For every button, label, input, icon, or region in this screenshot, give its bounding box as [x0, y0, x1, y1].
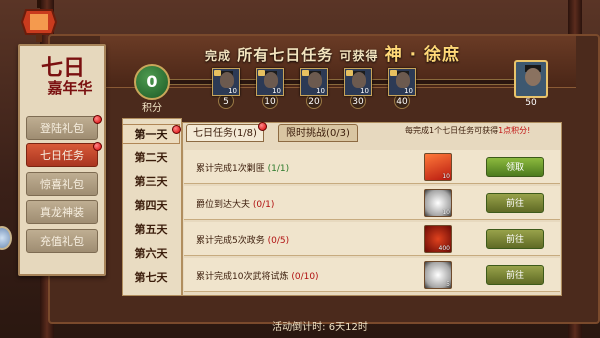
go-button[interactable]: 前往 — [486, 265, 544, 285]
item-count: 5 — [446, 281, 450, 288]
reward-count: 10 — [272, 87, 281, 95]
silver-ingot-icon[interactable]: 5 — [424, 261, 452, 289]
item-count: 400 — [438, 245, 450, 252]
notification-dot — [93, 115, 102, 124]
go-button[interactable]: 前往 — [486, 229, 544, 249]
gift-login[interactable]: 登陆礼包 — [26, 116, 98, 140]
task-row: 累计完成5次政务 (0/5) 400 前往 — [184, 222, 560, 256]
milestone-reward-hero[interactable]: 10 — [256, 68, 284, 96]
gift-recharge[interactable]: 充值礼包 — [26, 229, 98, 253]
reward-count: 10 — [228, 87, 237, 95]
points-badge: 0 — [134, 64, 170, 100]
gift-seven-day[interactable]: 七日任务 — [26, 143, 98, 167]
milestone-label: 40 — [396, 97, 408, 107]
tab-limited-challenge[interactable]: 限时挑战(0/3) — [278, 124, 358, 142]
claim-button[interactable]: 领取 — [486, 157, 544, 177]
milestone-reward-hero[interactable]: 10 — [344, 68, 372, 96]
reward-count: 10 — [316, 87, 325, 95]
milestone-reward-hero[interactable]: 10 — [388, 68, 416, 96]
points-hint: 每完成1个七日任务可获得1点积分! — [405, 126, 531, 135]
notification-dot — [258, 122, 267, 131]
red-pouch-icon[interactable]: 400 — [424, 225, 452, 253]
milestone-label: 20 — [308, 97, 320, 107]
tab-seven-day-tasks[interactable]: 七日任务(1/8) — [186, 124, 264, 142]
points-label: 积分 — [142, 103, 162, 114]
go-button[interactable]: 前往 — [486, 193, 544, 213]
day-tab[interactable]: 第二天 — [122, 148, 180, 168]
banner-title: 七日 嘉年华 — [40, 55, 93, 98]
milestone-label: 50 — [525, 98, 537, 108]
silver-ingot-icon[interactable]: 10 — [424, 189, 452, 217]
reward-count: 10 — [360, 87, 369, 95]
notification-dot — [93, 142, 102, 151]
gift-surprise[interactable]: 惊喜礼包 — [26, 172, 98, 196]
milestone-reward-hero[interactable]: 10 — [212, 68, 240, 96]
task-row: 累计完成10次武将试炼 (0/10) 5 前往 — [184, 258, 560, 292]
day-tab[interactable]: 第五天 — [122, 220, 180, 240]
item-count: 10 — [442, 173, 450, 180]
notification-dot — [172, 125, 181, 134]
milestone-label: 5 — [223, 97, 229, 107]
task-description: 累计完成5次政务 (0/5) — [196, 236, 290, 246]
task-description: 爵位到达大夫 (0/1) — [196, 200, 275, 210]
task-description: 累计完成10次武将试炼 (0/10) — [196, 272, 319, 282]
milestone-reward-hero[interactable]: 10 — [300, 68, 328, 96]
grand-reward-hero[interactable] — [514, 60, 548, 98]
header-title: 完成 所有七日任务 可获得 神 · 徐庶 — [205, 45, 461, 65]
milestone-label: 30 — [352, 97, 364, 107]
day-tab[interactable]: 第七天 — [122, 268, 180, 288]
task-row: 爵位到达大夫 (0/1) 10 前往 — [184, 186, 560, 220]
day-tab[interactable]: 第四天 — [122, 196, 180, 216]
reward-count: 10 — [404, 87, 413, 95]
day-tab[interactable]: 第三天 — [122, 172, 180, 192]
day-tab[interactable]: 第六天 — [122, 244, 180, 264]
gift-dragon-gear[interactable]: 真龙神装 — [26, 200, 98, 224]
milestone-label: 10 — [264, 97, 276, 107]
red-bag-icon[interactable]: 10 — [424, 153, 452, 181]
task-row: 累计完成1次剿匪 (1/1) 10 领取 — [184, 150, 560, 184]
item-count: 10 — [442, 209, 450, 216]
task-description: 累计完成1次剿匪 (1/1) — [196, 164, 290, 174]
countdown: 活动倒计时: 6天12时 — [272, 322, 368, 333]
